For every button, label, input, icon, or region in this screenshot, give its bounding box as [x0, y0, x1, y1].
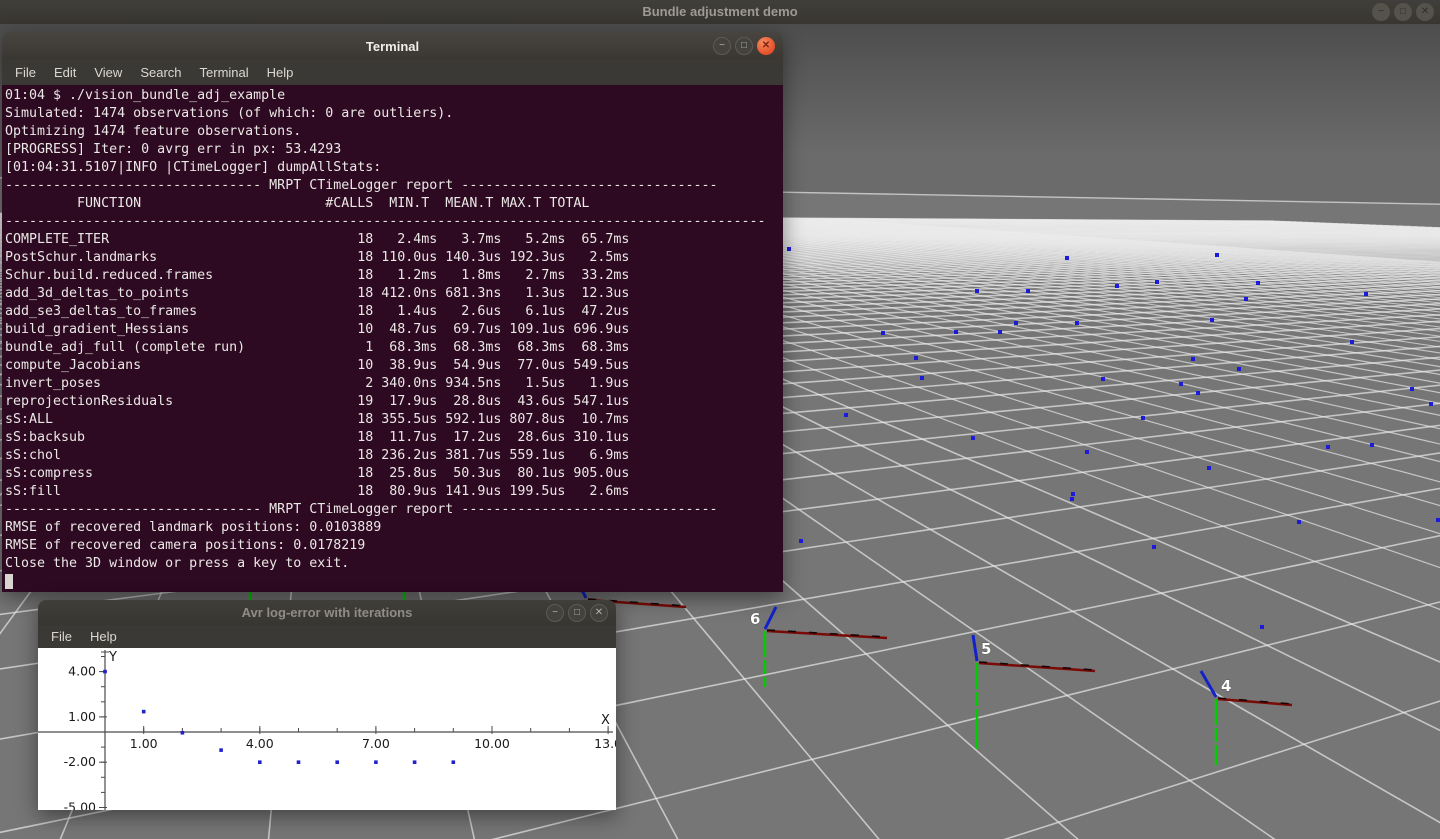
plot-window-title: Avr log-error with iterations — [38, 600, 616, 625]
x-tick-label: 1.00 — [130, 736, 158, 751]
main-window-title: Bundle adjustment demo — [0, 0, 1440, 24]
landmark-dot — [1014, 321, 1018, 325]
x-tick-label: 13.0 — [594, 736, 616, 751]
landmark-dot — [1370, 443, 1374, 447]
x-tick-label: 4.00 — [246, 736, 274, 751]
y-tick-label: -5.00 — [64, 800, 96, 811]
menu-item-terminal[interactable]: Terminal — [191, 60, 258, 85]
landmark-dot — [1215, 253, 1219, 257]
menu-item-help[interactable]: Help — [81, 624, 126, 649]
minimize-icon[interactable]: − — [1372, 3, 1390, 21]
terminal-cursor — [5, 574, 13, 589]
menu-item-file[interactable]: File — [42, 624, 81, 649]
terminal-titlebar[interactable]: Terminal − □ ✕ — [2, 32, 783, 60]
landmark-dot — [1256, 281, 1260, 285]
landmark-dot — [1326, 445, 1330, 449]
landmark-dot — [1260, 625, 1264, 629]
y-tick-label: 4.00 — [68, 664, 96, 679]
landmark-dot — [1350, 340, 1354, 344]
plot-canvas[interactable]: 1.00 4.00 7.00 10.00 13.0 4.00 1.00 -2.00 -5.00 X… — [38, 648, 616, 810]
maximize-icon[interactable]: □ — [735, 37, 753, 55]
main-window-controls: − □ ✕ — [1372, 3, 1434, 21]
landmark-dot — [1101, 377, 1105, 381]
landmark-dot — [998, 330, 1002, 334]
terminal-output[interactable]: 01:04 $ ./vision_bundle_adj_example Simu… — [2, 85, 783, 592]
data-point — [297, 760, 301, 764]
landmark-dot — [1364, 292, 1368, 296]
close-icon[interactable]: ✕ — [757, 37, 775, 55]
data-point — [413, 760, 417, 764]
camera-label: 4 — [1221, 677, 1231, 695]
menu-item-edit[interactable]: Edit — [45, 60, 85, 85]
terminal-title: Terminal — [2, 32, 783, 60]
data-point — [374, 760, 378, 764]
menu-item-file[interactable]: File — [6, 60, 45, 85]
landmark-dot — [1152, 545, 1156, 549]
minimize-icon[interactable]: − — [546, 604, 564, 622]
y-tick-label: -2.00 — [64, 754, 96, 769]
landmark-dot — [1065, 256, 1069, 260]
landmark-dot — [914, 356, 918, 360]
maximize-icon[interactable]: □ — [1394, 3, 1412, 21]
close-icon[interactable]: ✕ — [1416, 3, 1434, 21]
landmark-dot — [1075, 321, 1079, 325]
landmark-dot — [1410, 387, 1414, 391]
data-point — [452, 760, 456, 764]
plot-menubar: FileHelp — [38, 625, 616, 648]
landmark-dot — [1210, 318, 1214, 322]
y-tick-label: 1.00 — [68, 709, 96, 724]
landmark-dot — [1141, 416, 1145, 420]
landmark-dot — [1207, 466, 1211, 470]
close-icon[interactable]: ✕ — [590, 604, 608, 622]
data-point — [142, 710, 146, 714]
data-point — [103, 670, 107, 674]
landmark-dot — [1237, 367, 1241, 371]
landmark-dot — [1191, 357, 1195, 361]
landmark-dot — [1196, 391, 1200, 395]
y-axis-label: Y — [108, 650, 117, 665]
scatter-plot: 1.00 4.00 7.00 10.00 13.0 4.00 1.00 -2.00 -5.00 X… — [38, 648, 616, 810]
data-point — [335, 760, 339, 764]
landmark-dot — [1115, 284, 1119, 288]
landmark-dot — [1244, 297, 1248, 301]
terminal-text: 01:04 $ ./vision_bundle_adj_example Simu… — [2, 85, 783, 591]
terminal-window: Terminal − □ ✕ FileEditViewSearchTermina… — [2, 32, 783, 592]
data-point — [181, 731, 185, 735]
main-window-titlebar: Bundle adjustment demo − □ ✕ — [0, 0, 1440, 24]
menu-item-help[interactable]: Help — [258, 60, 303, 85]
landmark-dot — [881, 331, 885, 335]
minimize-icon[interactable]: − — [713, 37, 731, 55]
landmark-dot — [954, 330, 958, 334]
landmark-dot — [844, 413, 848, 417]
x-tick-label: 7.00 — [362, 736, 390, 751]
plot-window-controls: − □ ✕ — [546, 604, 608, 622]
landmark-dot — [1436, 518, 1440, 522]
landmark-dot — [799, 539, 803, 543]
terminal-menubar: FileEditViewSearchTerminalHelp — [2, 60, 783, 85]
plot-titlebar[interactable]: Avr log-error with iterations − □ ✕ — [38, 600, 616, 625]
landmark-dot — [1155, 280, 1159, 284]
landmark-dot — [1071, 492, 1075, 496]
landmark-dot — [1070, 497, 1074, 501]
x-tick-label: 10.00 — [474, 736, 510, 751]
landmark-dot — [1297, 520, 1301, 524]
terminal-window-controls: − □ ✕ — [713, 37, 775, 55]
maximize-icon[interactable]: □ — [568, 604, 586, 622]
landmark-dot — [1179, 382, 1183, 386]
menu-item-view[interactable]: View — [85, 60, 131, 85]
plot-window: Avr log-error with iterations − □ ✕ File… — [38, 600, 616, 810]
camera-label: 6 — [750, 610, 760, 628]
landmark-dot — [1085, 450, 1089, 454]
camera-label: 5 — [981, 640, 991, 658]
landmark-dot — [1429, 402, 1433, 406]
x-axis-label: X — [601, 713, 610, 728]
landmark-dot — [1026, 289, 1030, 293]
data-point — [258, 760, 262, 764]
landmark-dot — [920, 376, 924, 380]
data-point — [219, 748, 223, 752]
menu-item-search[interactable]: Search — [131, 60, 190, 85]
landmark-dot — [971, 436, 975, 440]
landmark-dot — [787, 247, 791, 251]
landmark-dot — [975, 289, 979, 293]
